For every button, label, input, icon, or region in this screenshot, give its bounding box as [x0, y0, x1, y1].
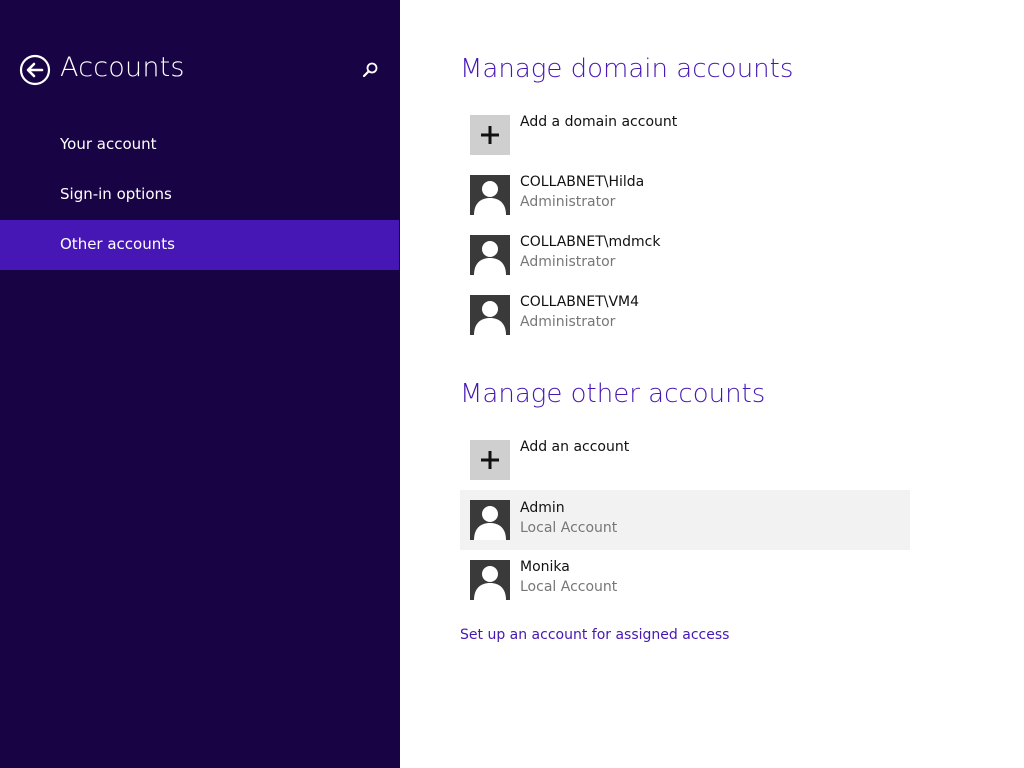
back-button[interactable]: [19, 54, 51, 86]
sidebar-item-label: Your account: [60, 135, 157, 153]
user-icon: [470, 500, 510, 540]
domain-accounts-heading: Manage domain accounts: [460, 54, 794, 84]
sidebar-item-label: Other accounts: [60, 235, 175, 253]
account-name: Monika: [520, 559, 570, 575]
plus-icon: [470, 115, 510, 155]
user-icon: [470, 295, 510, 335]
account-name: Admin: [520, 500, 565, 516]
add-account-label: Add an account: [520, 439, 630, 455]
account-name: COLLABNET\VM4: [520, 294, 640, 310]
domain-account-row[interactable]: COLLABNET\mdmck Administrator: [460, 230, 910, 290]
account-name: COLLABNET\Hilda: [520, 174, 645, 190]
search-button[interactable]: [360, 60, 380, 80]
assigned-access-link[interactable]: Set up an account for assigned access: [460, 627, 729, 643]
user-icon: [470, 175, 510, 215]
sidebar-item-label: Sign-in options: [60, 185, 172, 203]
local-account-row[interactable]: Monika Local Account: [460, 555, 910, 615]
account-name: COLLABNET\mdmck: [520, 234, 661, 250]
domain-account-row[interactable]: COLLABNET\VM4 Administrator: [460, 290, 910, 350]
user-icon: [470, 560, 510, 600]
add-account-button[interactable]: Add an account: [460, 435, 910, 495]
account-role: Administrator: [520, 254, 616, 270]
page-title: Accounts: [60, 52, 185, 83]
sidebar: Accounts Your account Sign-in options Ot…: [0, 0, 400, 768]
account-role: Local Account: [520, 520, 618, 536]
sidebar-item-sign-in-options[interactable]: Sign-in options: [0, 170, 399, 220]
plus-icon: [470, 440, 510, 480]
account-role: Administrator: [520, 194, 616, 210]
local-account-row[interactable]: Admin Local Account: [460, 490, 910, 550]
add-domain-account-label: Add a domain account: [520, 114, 678, 130]
other-accounts-heading: Manage other accounts: [460, 379, 766, 409]
sidebar-item-other-accounts[interactable]: Other accounts: [0, 220, 399, 270]
domain-account-row[interactable]: COLLABNET\Hilda Administrator: [460, 170, 910, 230]
user-icon: [470, 235, 510, 275]
account-role: Administrator: [520, 314, 616, 330]
account-role: Local Account: [520, 579, 618, 595]
add-domain-account-button[interactable]: Add a domain account: [460, 110, 910, 170]
content-pane: Manage domain accounts Add a domain acco…: [400, 0, 1024, 768]
sidebar-item-your-account[interactable]: Your account: [0, 120, 399, 170]
back-arrow-icon: [19, 54, 51, 86]
search-icon: [362, 62, 378, 78]
settings-window: Accounts Your account Sign-in options Ot…: [0, 0, 1024, 768]
